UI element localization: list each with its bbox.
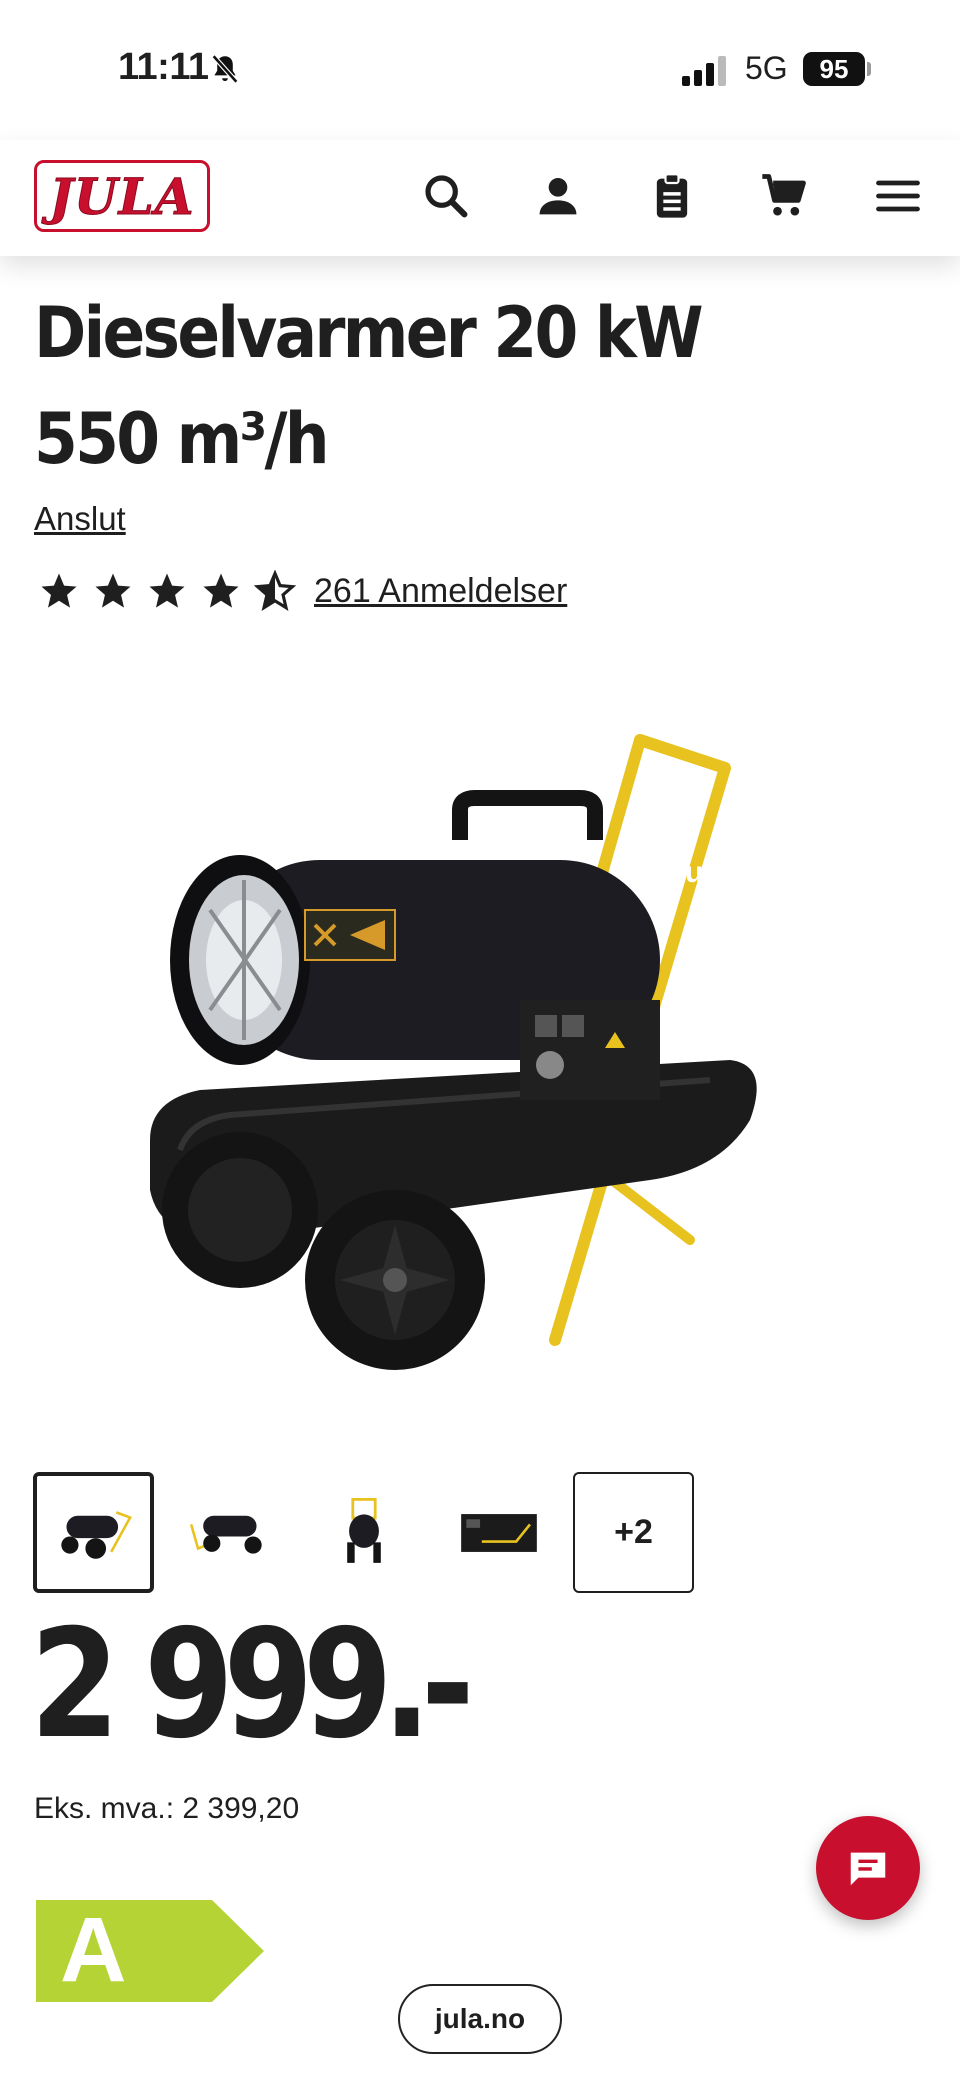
- cell-signal-icon: [680, 56, 732, 86]
- network-type: 5G: [745, 50, 788, 86]
- account-icon[interactable]: [532, 170, 584, 222]
- brand-link[interactable]: Anslut: [34, 500, 126, 538]
- status-time: 11:11: [118, 46, 209, 88]
- thumbnail-1[interactable]: [33, 1472, 154, 1593]
- thumbnail-3[interactable]: [303, 1472, 424, 1593]
- more-images-button[interactable]: +2: [573, 1472, 694, 1593]
- silent-bell-icon: [208, 52, 242, 86]
- jula-logo[interactable]: JULA: [34, 160, 210, 232]
- thumbnail-strip: +2: [33, 1472, 694, 1593]
- battery-indicator: 95: [803, 52, 865, 86]
- thumbnail-4[interactable]: [438, 1472, 559, 1593]
- menu-icon[interactable]: [872, 170, 924, 222]
- image-brand-text: anslut: [625, 856, 713, 889]
- reviews-link[interactable]: 261 Anmeldelser: [314, 572, 567, 611]
- search-icon[interactable]: [420, 170, 472, 222]
- star-full-icon: [203, 573, 239, 608]
- status-bar: 11:11 5G 95: [0, 0, 960, 140]
- chat-bubble-icon: [850, 1852, 886, 1886]
- site-header: JULA: [0, 140, 960, 256]
- star-full-icon: [95, 573, 131, 608]
- star-full-icon: [149, 573, 185, 608]
- price: 2 999.-: [30, 1598, 475, 1772]
- energy-class-letter: A: [60, 1899, 127, 2001]
- rating-stars: [38, 570, 296, 612]
- logo-text: JULA: [49, 166, 195, 226]
- product-title: Dieselvarmer 20 kW 550 m³/h: [34, 292, 704, 480]
- chat-button[interactable]: [816, 1816, 920, 1920]
- clipboard-icon[interactable]: [646, 170, 698, 222]
- battery-tip: [867, 62, 871, 76]
- product-image[interactable]: anslut: [110, 720, 840, 1380]
- star-half-icon: [254, 570, 296, 611]
- star-full-icon: [41, 573, 77, 608]
- thumbnail-2[interactable]: [168, 1472, 289, 1593]
- price-ex-vat: Eks. mva.: 2 399,20: [34, 1792, 300, 1825]
- browser-url-pill[interactable]: jula.no: [398, 1984, 562, 2054]
- cart-icon[interactable]: [758, 170, 810, 222]
